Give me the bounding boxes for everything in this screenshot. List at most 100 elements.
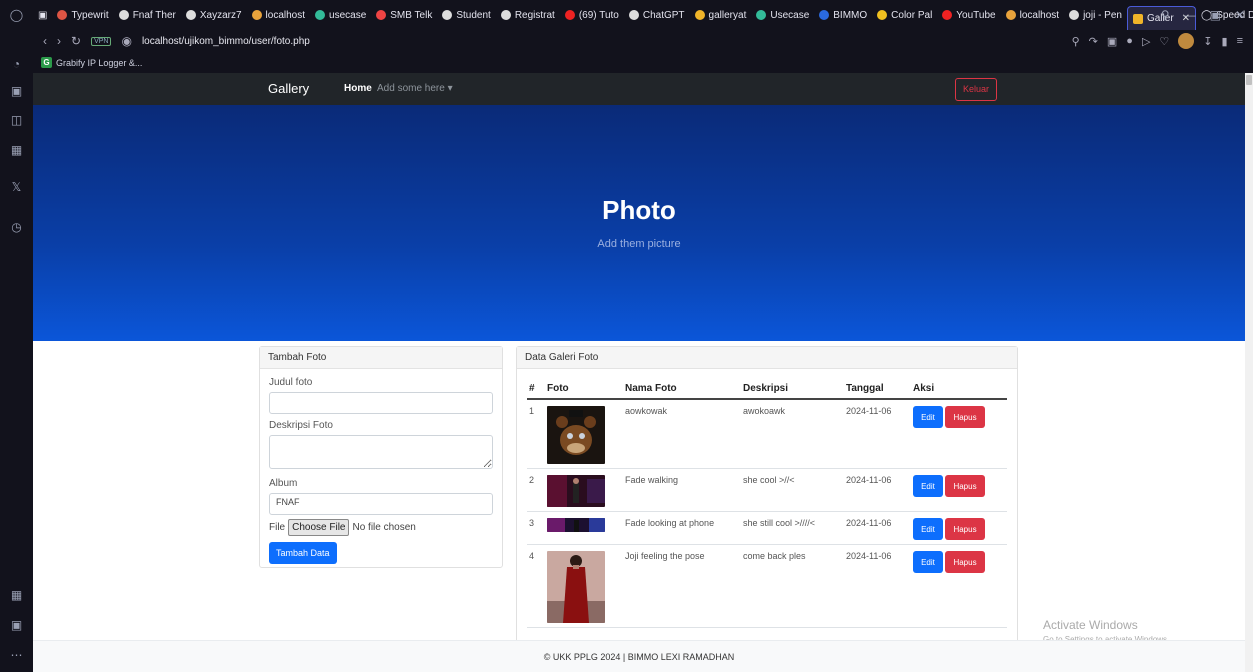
tab-12[interactable]: Usecase <box>751 0 814 30</box>
extension-icon[interactable]: ▦ <box>9 588 24 603</box>
add-photo-card: Tambah Foto Judul foto Deskripsi Foto Al… <box>259 346 503 568</box>
tab-17[interactable]: joji - Pen <box>1064 0 1127 30</box>
more-icon[interactable]: ⋯ <box>9 648 24 663</box>
tab-11[interactable]: galleryat <box>690 0 752 30</box>
photo-description-textarea[interactable] <box>269 435 493 469</box>
web-page: Gallery Home Add some here ▾ Keluar Phot… <box>33 73 1253 672</box>
edit-button[interactable]: Edit <box>913 518 943 540</box>
shopping-icon[interactable]: ▣ <box>9 84 24 99</box>
row-photo-cell <box>545 544 623 628</box>
add-data-button[interactable]: Tambah Data <box>269 542 337 564</box>
messenger-icon[interactable]: ▦ <box>9 143 24 158</box>
opera-logo-icon[interactable]: ◯ <box>9 8 24 23</box>
tab-16[interactable]: localhost <box>1001 0 1064 30</box>
search-icon[interactable]: ⚲ <box>1072 35 1080 48</box>
col-number: # <box>527 379 545 400</box>
profile-avatar[interactable] <box>1178 33 1195 49</box>
gallery-table-card: Data Galeri Foto # Foto Nama Foto Deskri… <box>516 346 1018 672</box>
menu-icon[interactable]: ≡ <box>1237 35 1243 47</box>
title-label: Judul foto <box>269 377 313 388</box>
page-footer: © UKK PPLG 2024 | BIMMO LEXI RAMADHAN <box>33 640 1245 672</box>
file-row: File Choose File No file chosen <box>269 519 493 536</box>
delete-button[interactable]: Hapus <box>945 406 985 428</box>
tab-label: (69) Tuto <box>578 9 619 21</box>
nav-home-link[interactable]: Home <box>344 83 372 94</box>
tab-15[interactable]: YouTube <box>937 0 1000 30</box>
tab-workspace[interactable]: ▣ <box>33 0 52 30</box>
tab-label: joji - Pen <box>1083 9 1122 21</box>
tab-13[interactable]: BIMMO <box>814 0 872 30</box>
tab-6[interactable]: SMB Telk <box>371 0 437 30</box>
bookmark-grabify[interactable]: Grabify IP Logger &... <box>56 58 142 68</box>
tab-list: Typewrit Fnaf Ther Xayzarz7 localhost usecas… <box>52 0 1127 30</box>
nav-dropdown[interactable]: Add some here ▾ <box>377 83 453 94</box>
tab-favicon-icon <box>185 10 196 20</box>
site-info-icon[interactable]: ◉ <box>121 34 131 48</box>
tab-favicon-icon <box>1005 10 1016 20</box>
delete-button[interactable]: Hapus <box>945 518 985 540</box>
heart-icon[interactable]: ♡ <box>1159 35 1169 48</box>
logout-button[interactable]: Keluar <box>955 78 997 101</box>
gallery-favicon-icon <box>1132 13 1143 24</box>
download-icon[interactable]: ↧ <box>1203 35 1212 48</box>
col-date: Tanggal <box>844 379 911 400</box>
delete-button[interactable]: Hapus <box>945 551 985 573</box>
clock-icon[interactable]: ◷ <box>9 220 24 235</box>
reload-icon[interactable]: ↻ <box>71 34 81 48</box>
snap-icon[interactable]: ▣ <box>1210 8 1221 22</box>
tab-bar: ▣ Typewrit Fnaf Ther Xayzarz7 localhost usec… <box>33 0 1253 30</box>
tab-favicon-icon <box>694 10 705 20</box>
tab-7[interactable]: Student <box>437 0 495 30</box>
row-photo-cell <box>545 399 623 469</box>
camera-icon[interactable]: ▣ <box>1107 35 1117 48</box>
album-select[interactable]: FNAF <box>269 493 493 515</box>
tab-8[interactable]: Registrat <box>496 0 560 30</box>
tab-2[interactable]: Fnaf Ther <box>114 0 181 30</box>
photo-title-input[interactable] <box>269 392 493 414</box>
add-photo-header: Tambah Foto <box>260 347 502 369</box>
scrollbar-thumb[interactable] <box>1246 75 1252 85</box>
share-icon[interactable]: ↷ <box>1089 35 1098 48</box>
edit-button[interactable]: Edit <box>913 406 943 428</box>
gallery-icon[interactable]: ▣ <box>9 618 24 633</box>
tab-14[interactable]: Color Pal <box>872 0 937 30</box>
tab-4[interactable]: localhost <box>247 0 310 30</box>
forward-icon[interactable]: › <box>57 34 61 48</box>
tab-favicon-icon <box>376 10 387 20</box>
delete-button[interactable]: Hapus <box>945 475 985 497</box>
edit-button[interactable]: Edit <box>913 551 943 573</box>
tab-3[interactable]: Xayzarz7 <box>181 0 247 30</box>
url-field[interactable]: localhost/ujikom_bimmo/user/foto.php <box>142 36 310 47</box>
workspace-icon: ▣ <box>38 9 48 21</box>
photo-thumbnail[interactable] <box>547 475 605 507</box>
row-actions: Edit Hapus <box>911 399 1007 469</box>
back-icon[interactable]: ‹ <box>43 34 47 48</box>
tab-favicon-icon <box>500 10 511 20</box>
x-icon[interactable]: 𝕏 <box>9 180 24 195</box>
tab-label: localhost <box>1019 9 1060 21</box>
grabify-icon: G <box>41 57 52 68</box>
tab-10[interactable]: ChatGPT <box>624 0 690 30</box>
photo-thumbnail[interactable] <box>547 406 605 464</box>
address-bar: ‹ › ↻ VPN ◉ localhost/ujikom_bimmo/user/… <box>33 30 1253 52</box>
twitch-icon[interactable]: ◫ <box>9 113 24 128</box>
choose-file-button[interactable]: Choose File <box>288 519 350 536</box>
photo-thumbnail[interactable] <box>547 551 605 623</box>
add-photo-form: Judul foto Deskripsi Foto Album FNAF Fil… <box>260 369 502 570</box>
page-scrollbar[interactable] <box>1245 73 1253 672</box>
history-icon[interactable]: ◔ <box>9 57 24 72</box>
vpn-badge[interactable]: VPN <box>91 36 112 46</box>
battery-icon[interactable]: ▮ <box>1222 35 1228 48</box>
row-number: 3 <box>527 511 545 545</box>
tab-1[interactable]: Typewrit <box>52 0 113 30</box>
tab-9[interactable]: (69) Tuto <box>560 0 624 30</box>
navbar-brand[interactable]: Gallery <box>268 81 309 96</box>
shield-icon[interactable]: ● <box>1126 35 1133 47</box>
tab-5[interactable]: usecase <box>310 0 371 30</box>
minimize-icon[interactable]: — <box>1184 8 1196 22</box>
edit-button[interactable]: Edit <box>913 475 943 497</box>
close-window-icon[interactable]: ✕ <box>1235 8 1245 22</box>
photo-thumbnail[interactable] <box>547 518 605 532</box>
play-icon[interactable]: ▷ <box>1142 35 1150 48</box>
search-tabs-icon[interactable]: ⚲ <box>1161 8 1170 22</box>
